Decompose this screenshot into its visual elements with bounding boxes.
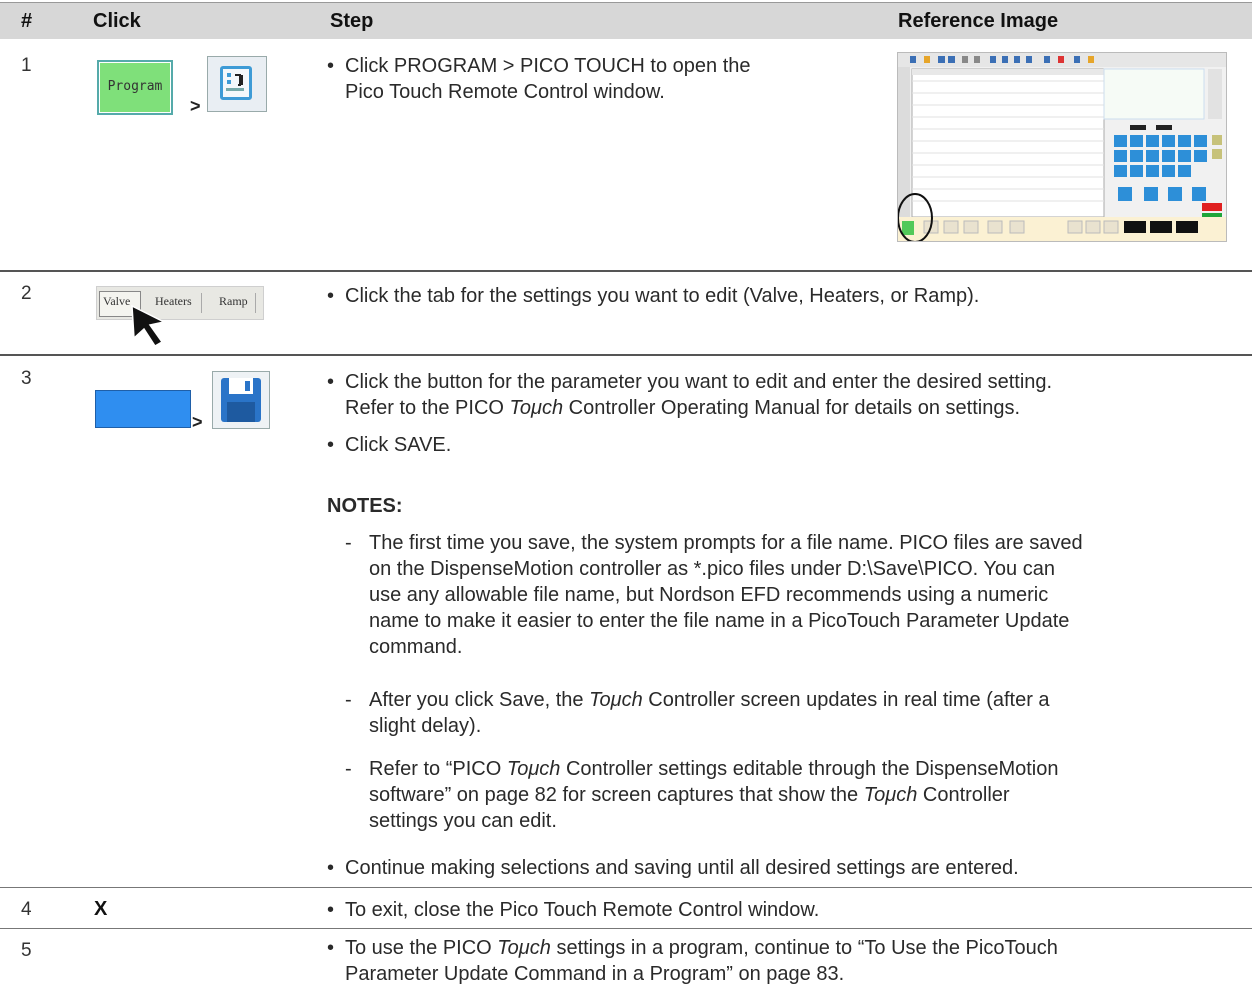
row-1-step: • Click PROGRAM > PICO TOUCH to open the … (327, 55, 751, 103)
note-3: - Refer to “PICO Toμch Controller setting… (345, 758, 1059, 832)
row-divider (0, 270, 1252, 272)
header-click: Click (93, 10, 141, 32)
program-button-label: Program (107, 79, 163, 94)
row-3-step-save: • Click SAVE. (327, 434, 452, 456)
header-num: # (21, 10, 33, 32)
note-2: - After you click Save, the Toμch Control… (345, 689, 1050, 737)
row-3-step-edit: • Click the button for the parameter you … (327, 371, 1053, 419)
row-5-step: • To use the PICO Toμch settings in a pro… (327, 937, 1058, 985)
pico-touch-icon (207, 56, 267, 112)
parameter-button-image (95, 390, 191, 428)
row-divider (0, 928, 1252, 929)
program-button-image: Program (97, 60, 173, 115)
row-5-number: 5 (21, 940, 32, 961)
row-3-separator: > (192, 412, 203, 432)
header-reference-image: Reference Image (898, 10, 1059, 32)
row-divider (0, 354, 1252, 356)
close-x-label: X (94, 898, 108, 920)
row-2-number: 2 (21, 283, 32, 304)
row-2-step: • Click the tab for the settings you want… (327, 285, 980, 307)
mouse-pointer-icon (131, 304, 167, 348)
row-3-step-continue: • Continue making selections and saving u… (327, 857, 1019, 879)
notes-heading: NOTES: (327, 495, 403, 517)
save-icon (212, 371, 270, 429)
reference-screenshot (897, 52, 1227, 242)
row-4-number: 4 (21, 899, 32, 920)
tab-strip-image: Valve Heaters Ramp (96, 286, 264, 320)
row-divider (0, 887, 1252, 888)
row-1-number: 1 (21, 55, 32, 76)
note-1: - The first time you save, the system pro… (345, 532, 1083, 658)
row-4-step: • To exit, close the Pico Touch Remote Co… (327, 899, 820, 921)
table-header: # Click Step Reference Image (0, 2, 1252, 39)
tab-valve: Valve (103, 294, 131, 308)
row-1-separator: > (190, 96, 201, 116)
tab-ramp: Ramp (219, 294, 248, 308)
header-step: Step (330, 10, 374, 32)
row-3-number: 3 (21, 368, 32, 389)
